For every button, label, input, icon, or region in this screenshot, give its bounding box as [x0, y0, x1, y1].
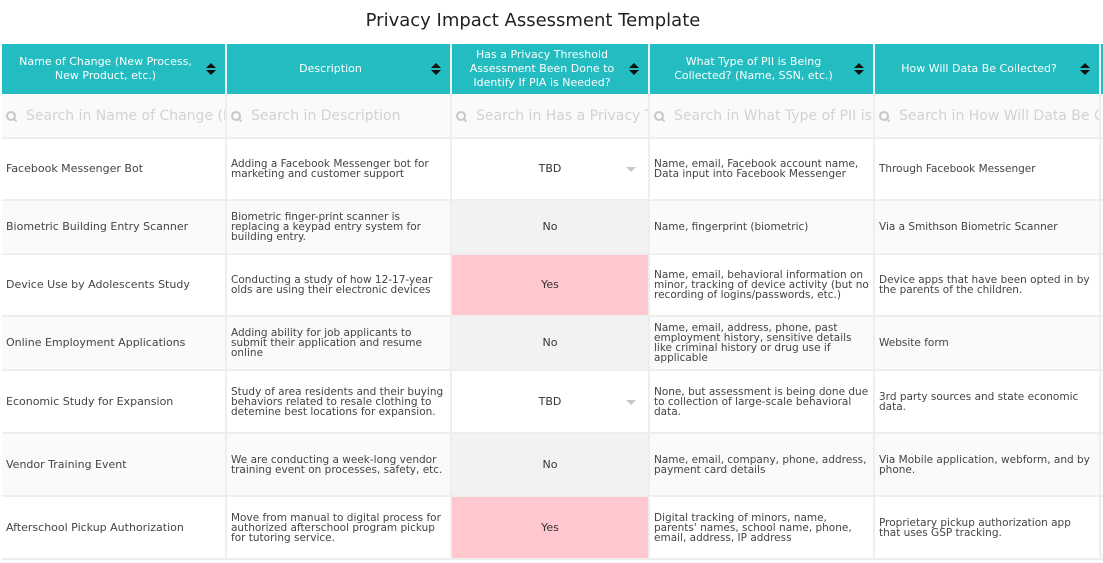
cell-collection-method[interactable]: Proprietary pickup authorization app tha… — [874, 496, 1101, 560]
search-input-pii-type[interactable] — [674, 107, 873, 124]
cell-pii-type[interactable]: Digital tracking of minors, name, parent… — [649, 496, 875, 560]
search-input-collection-method[interactable] — [899, 107, 1099, 124]
cell-name-of-change[interactable]: Facebook Messenger Bot — [2, 138, 227, 201]
cell-name-of-change[interactable]: Biometric Building Entry Scanner — [2, 200, 227, 255]
sort-icon[interactable] — [854, 61, 864, 77]
column-header-label: What Type of PII is Being Collected? (Na… — [674, 55, 833, 82]
sort-icon[interactable] — [629, 61, 639, 77]
sort-icon[interactable] — [206, 61, 216, 77]
column-header-label: Name of Change (New Process, New Product… — [19, 55, 192, 82]
cell-pta-status[interactable]: Yes — [451, 254, 650, 317]
cell-description[interactable]: Adding a Facebook Messenger bot for mark… — [226, 138, 452, 201]
table-row[interactable]: Afterschool Pickup Authorization Move fro… — [2, 496, 1103, 560]
column-header-pta[interactable]: Has a Privacy Threshold Assessment Been … — [451, 44, 650, 94]
table-row[interactable]: Vendor Training Event We are conducting a… — [2, 433, 1103, 497]
cell-name-of-change[interactable]: Vendor Training Event — [2, 433, 227, 497]
dropdown-arrow-icon[interactable] — [626, 167, 636, 172]
column-header-name-of-change[interactable]: Name of Change (New Process, New Product… — [2, 44, 227, 94]
cell-name-of-change[interactable]: Afterschool Pickup Authorization — [2, 496, 227, 560]
column-header-label: Description — [299, 62, 362, 75]
column-header-pii-type[interactable]: What Type of PII is Being Collected? (Na… — [649, 44, 875, 94]
cell-pta-status[interactable]: No — [451, 316, 650, 371]
search-icon — [6, 110, 16, 121]
cell-collection-method[interactable]: Via a Smithson Biometric Scanner — [874, 200, 1101, 255]
cell-description[interactable]: We are conducting a week-long vendor tra… — [226, 433, 452, 497]
status-value: No — [542, 336, 558, 349]
search-input-name-of-change[interactable] — [26, 107, 225, 124]
cell-description[interactable]: Biometric finger-print scanner is replac… — [226, 200, 452, 255]
cell-pii-type[interactable]: Name, fingerprint (biometric) — [649, 200, 875, 255]
search-icon — [879, 110, 889, 121]
table-row[interactable]: Facebook Messenger Bot Adding a Facebook … — [2, 138, 1103, 201]
cell-pii-type[interactable]: Name, email, Facebook account name, Data… — [649, 138, 875, 201]
status-value: TBD — [538, 162, 562, 175]
page-title: Privacy Impact Assessment Template — [365, 10, 701, 31]
status-value: Yes — [541, 520, 559, 534]
cell-pta-status[interactable]: Yes — [451, 496, 650, 560]
column-header-collection-method[interactable]: How Will Data Be Collected? — [874, 44, 1101, 94]
cell-description[interactable]: Conducting a study of how 12-17-year old… — [226, 254, 452, 317]
status-value: No — [542, 220, 558, 233]
column-header-label: Has a Privacy Threshold Assessment Been … — [469, 48, 615, 89]
cell-pii-type[interactable]: Name, email, company, phone, address, pa… — [649, 433, 875, 497]
cell-description[interactable]: Move from manual to digital process for … — [226, 496, 452, 560]
cell-pii-type[interactable]: Name, email, address, phone, past employ… — [649, 316, 875, 371]
sort-icon[interactable] — [431, 61, 441, 77]
status-value: TBD — [538, 394, 562, 408]
search-row — [2, 94, 1103, 139]
table-row[interactable]: Economic Study for Expansion Study of are… — [2, 370, 1103, 434]
header-row: Name of Change (New Process, New Product… — [2, 44, 1103, 94]
cell-pta-status[interactable]: TBD — [451, 138, 650, 201]
cell-collection-method[interactable]: Via Mobile application, webform, and by … — [874, 433, 1101, 497]
pia-table: Name of Change (New Process, New Product… — [2, 44, 1103, 560]
cell-pta-status[interactable]: TBD — [451, 370, 650, 434]
status-value: No — [542, 457, 558, 471]
cell-collection-method[interactable]: Website form — [874, 316, 1101, 371]
cell-description[interactable]: Study of area residents and their buying… — [226, 370, 452, 434]
table-row[interactable]: Biometric Building Entry Scanner Biometri… — [2, 200, 1103, 255]
dropdown-arrow-icon[interactable] — [626, 399, 636, 405]
status-value: Yes — [541, 278, 559, 291]
cell-collection-method[interactable]: Device apps that have been opted in by t… — [874, 254, 1101, 317]
cell-name-of-change[interactable]: Device Use by Adolescents Study — [2, 254, 227, 317]
sort-icon[interactable] — [1080, 61, 1090, 77]
search-icon — [231, 110, 241, 121]
cell-name-of-change[interactable]: Online Employment Applications — [2, 316, 227, 371]
cell-pii-type[interactable]: Name, email, behavioral information on m… — [649, 254, 875, 317]
table-row[interactable]: Online Employment Applications Adding abi… — [2, 316, 1103, 371]
cell-description[interactable]: Adding ability for job applicants to sub… — [226, 316, 452, 371]
cell-pta-status[interactable]: No — [451, 433, 650, 497]
cell-collection-method[interactable]: Through Facebook Messenger — [874, 138, 1101, 201]
cell-name-of-change[interactable]: Economic Study for Expansion — [2, 370, 227, 434]
search-icon — [654, 110, 664, 121]
column-header-description[interactable]: Description — [226, 44, 452, 94]
search-input-description[interactable] — [251, 107, 450, 124]
search-input-pta[interactable] — [476, 107, 648, 124]
cell-collection-method[interactable]: 3rd party sources and state economic dat… — [874, 370, 1101, 434]
table-row[interactable]: Device Use by Adolescents Study Conductin… — [2, 254, 1103, 317]
cell-pta-status[interactable]: No — [451, 200, 650, 255]
cell-pii-type[interactable]: None, but assessment is being done due t… — [649, 370, 875, 434]
column-header-label: How Will Data Be Collected? — [901, 62, 1057, 75]
search-icon — [456, 110, 466, 121]
